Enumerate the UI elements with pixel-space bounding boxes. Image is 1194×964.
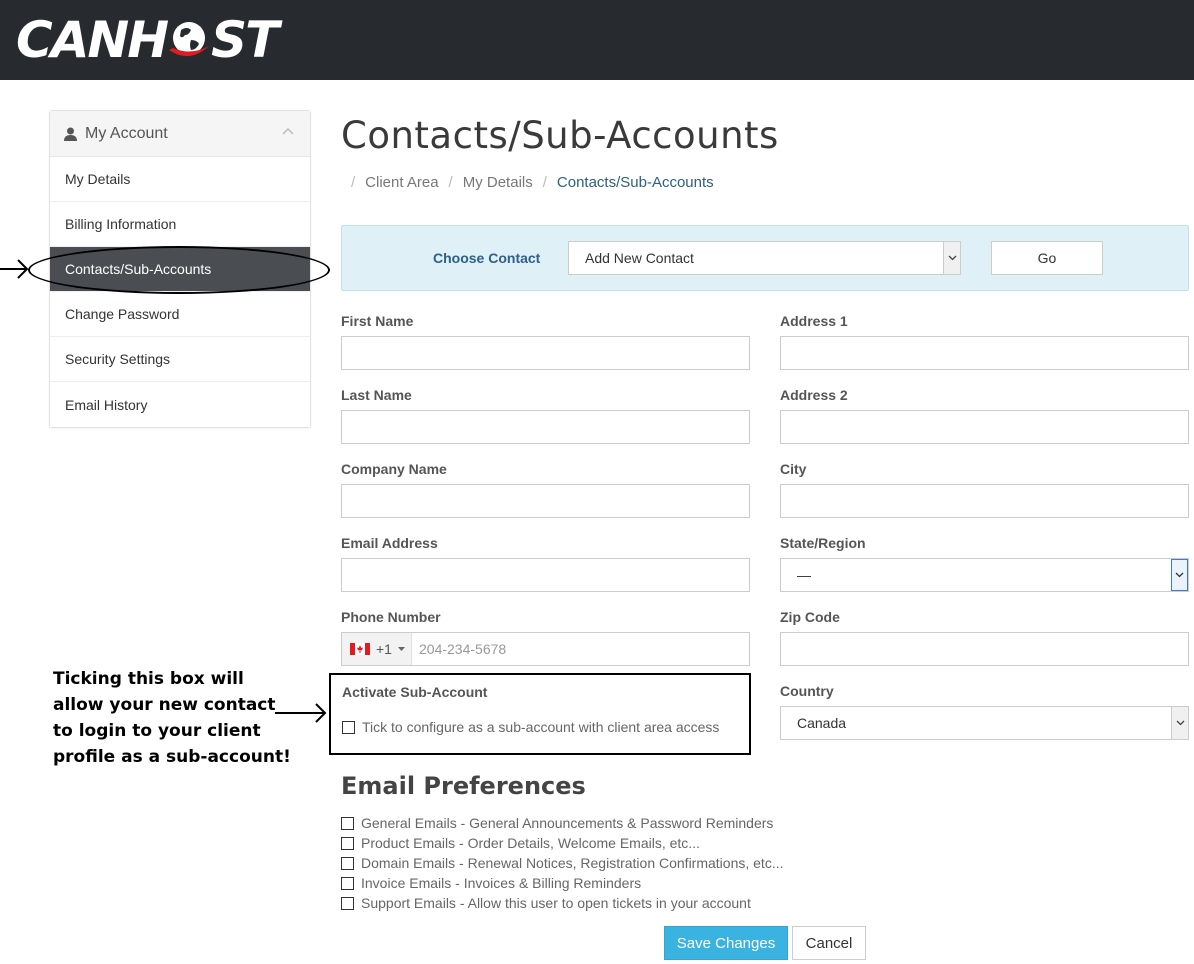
dropdown-button[interactable] <box>1171 559 1188 591</box>
company-name-label: Company Name <box>341 461 447 477</box>
annotation-arrow-icon <box>0 259 29 279</box>
canada-flag-icon <box>350 643 370 655</box>
email-pref-product[interactable]: Product Emails - Order Details, Welcome … <box>341 833 784 853</box>
activate-sub-account-box: Activate Sub-Account Tick to configure a… <box>329 673 751 755</box>
save-changes-button[interactable]: Save Changes <box>664 926 788 960</box>
breadcrumb-separator: / <box>448 174 453 191</box>
chevron-down-icon <box>1175 572 1184 578</box>
chevron-down-icon <box>948 255 956 261</box>
sidebar-item-contacts-sub-accounts[interactable]: Contacts/Sub-Accounts <box>50 247 310 292</box>
company-name-input[interactable] <box>341 484 750 518</box>
email-pref-domain[interactable]: Domain Emails - Renewal Notices, Registr… <box>341 853 784 873</box>
chevron-down-icon <box>1176 720 1184 726</box>
choose-contact-select[interactable]: Add New Contact <box>568 241 961 275</box>
breadcrumb-separator: / <box>542 174 547 191</box>
globe-icon <box>169 22 210 57</box>
sidebar-item-label: Contacts/Sub-Accounts <box>65 261 212 277</box>
last-name-label: Last Name <box>341 387 412 403</box>
annotation-arrow-icon <box>275 703 327 723</box>
sidebar-item-security-settings[interactable]: Security Settings <box>50 337 310 382</box>
email-address-label: Email Address <box>341 535 438 551</box>
city-input[interactable] <box>780 484 1189 518</box>
email-preferences-list: General Emails - General Announcements &… <box>341 813 784 913</box>
logo-text-st: ST <box>211 11 279 69</box>
sidebar-item-label: Change Password <box>65 306 180 322</box>
country-selected: Canada <box>797 715 847 731</box>
email-pref-support[interactable]: Support Emails - Allow this user to open… <box>341 893 784 913</box>
address2-label: Address 2 <box>780 387 848 403</box>
state-region-selected: — <box>797 567 811 583</box>
state-region-select[interactable]: — <box>780 558 1189 592</box>
sidebar-item-email-history[interactable]: Email History <box>50 382 310 427</box>
email-pref-checkbox[interactable] <box>341 876 354 890</box>
cancel-button[interactable]: Cancel <box>792 926 866 960</box>
sidebar-item-change-password[interactable]: Change Password <box>50 292 310 337</box>
choose-contact-label: Choose Contact <box>433 250 541 266</box>
sidebar-title: My Account <box>85 124 168 142</box>
email-pref-general[interactable]: General Emails - General Announcements &… <box>341 813 784 833</box>
email-pref-label: Invoice Emails - Invoices & Billing Remi… <box>361 875 642 891</box>
phone-number-label: Phone Number <box>341 609 441 625</box>
first-name-label: First Name <box>341 313 414 329</box>
email-pref-invoice[interactable]: Invoice Emails - Invoices & Billing Remi… <box>341 873 784 893</box>
go-button[interactable]: Go <box>991 241 1103 275</box>
sub-account-checkbox[interactable] <box>342 720 355 734</box>
user-icon <box>64 127 77 141</box>
address2-input[interactable] <box>780 410 1189 444</box>
logo-text-can: CANH <box>16 11 169 69</box>
zip-code-input[interactable] <box>780 632 1189 666</box>
top-bar: CANH ST <box>0 0 1194 80</box>
phone-placeholder: 204-234-5678 <box>419 641 507 657</box>
sidebar-item-my-details[interactable]: My Details <box>50 157 310 202</box>
dropdown-button[interactable] <box>1171 707 1188 739</box>
email-preferences-title: Email Preferences <box>341 772 586 800</box>
email-pref-label: Support Emails - Allow this user to open… <box>361 895 751 911</box>
email-address-input[interactable] <box>341 558 750 592</box>
caret-down-icon <box>397 646 405 651</box>
sidebar-item-label: Email History <box>65 396 148 413</box>
email-pref-checkbox[interactable] <box>341 856 354 870</box>
chevron-up-icon[interactable] <box>282 127 294 135</box>
sidebar-item-label: Billing Information <box>65 216 177 232</box>
page-title: Contacts/Sub-Accounts <box>341 114 779 157</box>
city-label: City <box>780 461 807 477</box>
breadcrumb-my-details[interactable]: My Details <box>463 174 533 191</box>
sidebar-item-billing-information[interactable]: Billing Information <box>50 202 310 247</box>
choose-contact-selected: Add New Contact <box>585 250 694 266</box>
country-select[interactable]: Canada <box>780 706 1189 740</box>
sidebar-header[interactable]: My Account <box>50 111 310 157</box>
dropdown-button[interactable] <box>943 242 960 274</box>
address1-input[interactable] <box>780 336 1189 370</box>
country-label: Country <box>780 683 834 699</box>
sidebar-item-label: My Details <box>65 171 131 187</box>
phone-country-selector[interactable]: +1 <box>342 633 412 665</box>
activate-sub-account-label: Activate Sub-Account <box>342 684 488 700</box>
phone-country-code: +1 <box>376 641 392 657</box>
sidebar-item-label: Security Settings <box>65 351 171 367</box>
address1-label: Address 1 <box>780 313 848 329</box>
state-region-label: State/Region <box>780 535 866 551</box>
first-name-input[interactable] <box>341 336 750 370</box>
sub-account-checkbox-row[interactable]: Tick to configure as a sub-account with … <box>342 719 719 735</box>
account-sidebar: My Account My Details Billing Informatio… <box>49 110 311 428</box>
breadcrumb-current: Contacts/Sub-Accounts <box>556 174 714 191</box>
annotation-text: Ticking this box will allow your new con… <box>53 669 291 767</box>
email-pref-label: Domain Emails - Renewal Notices, Registr… <box>361 855 784 871</box>
breadcrumb: / Client Area / My Details / Contacts/Su… <box>351 174 714 191</box>
breadcrumb-separator: / <box>351 174 356 191</box>
choose-contact-panel: Choose Contact Add New Contact Go <box>341 225 1189 291</box>
breadcrumb-client-area[interactable]: Client Area <box>365 174 438 191</box>
zip-code-label: Zip Code <box>780 609 840 625</box>
email-pref-label: General Emails - General Announcements &… <box>361 815 774 831</box>
phone-number-input[interactable]: +1 204-234-5678 <box>341 632 750 666</box>
email-pref-checkbox[interactable] <box>341 896 354 910</box>
email-pref-checkbox[interactable] <box>341 816 354 830</box>
sub-account-checkbox-label: Tick to configure as a sub-account with … <box>362 719 720 735</box>
email-pref-label: Product Emails - Order Details, Welcome … <box>361 835 700 851</box>
canhost-logo[interactable]: CANH ST <box>16 10 279 70</box>
email-pref-checkbox[interactable] <box>341 836 354 850</box>
last-name-input[interactable] <box>341 410 750 444</box>
